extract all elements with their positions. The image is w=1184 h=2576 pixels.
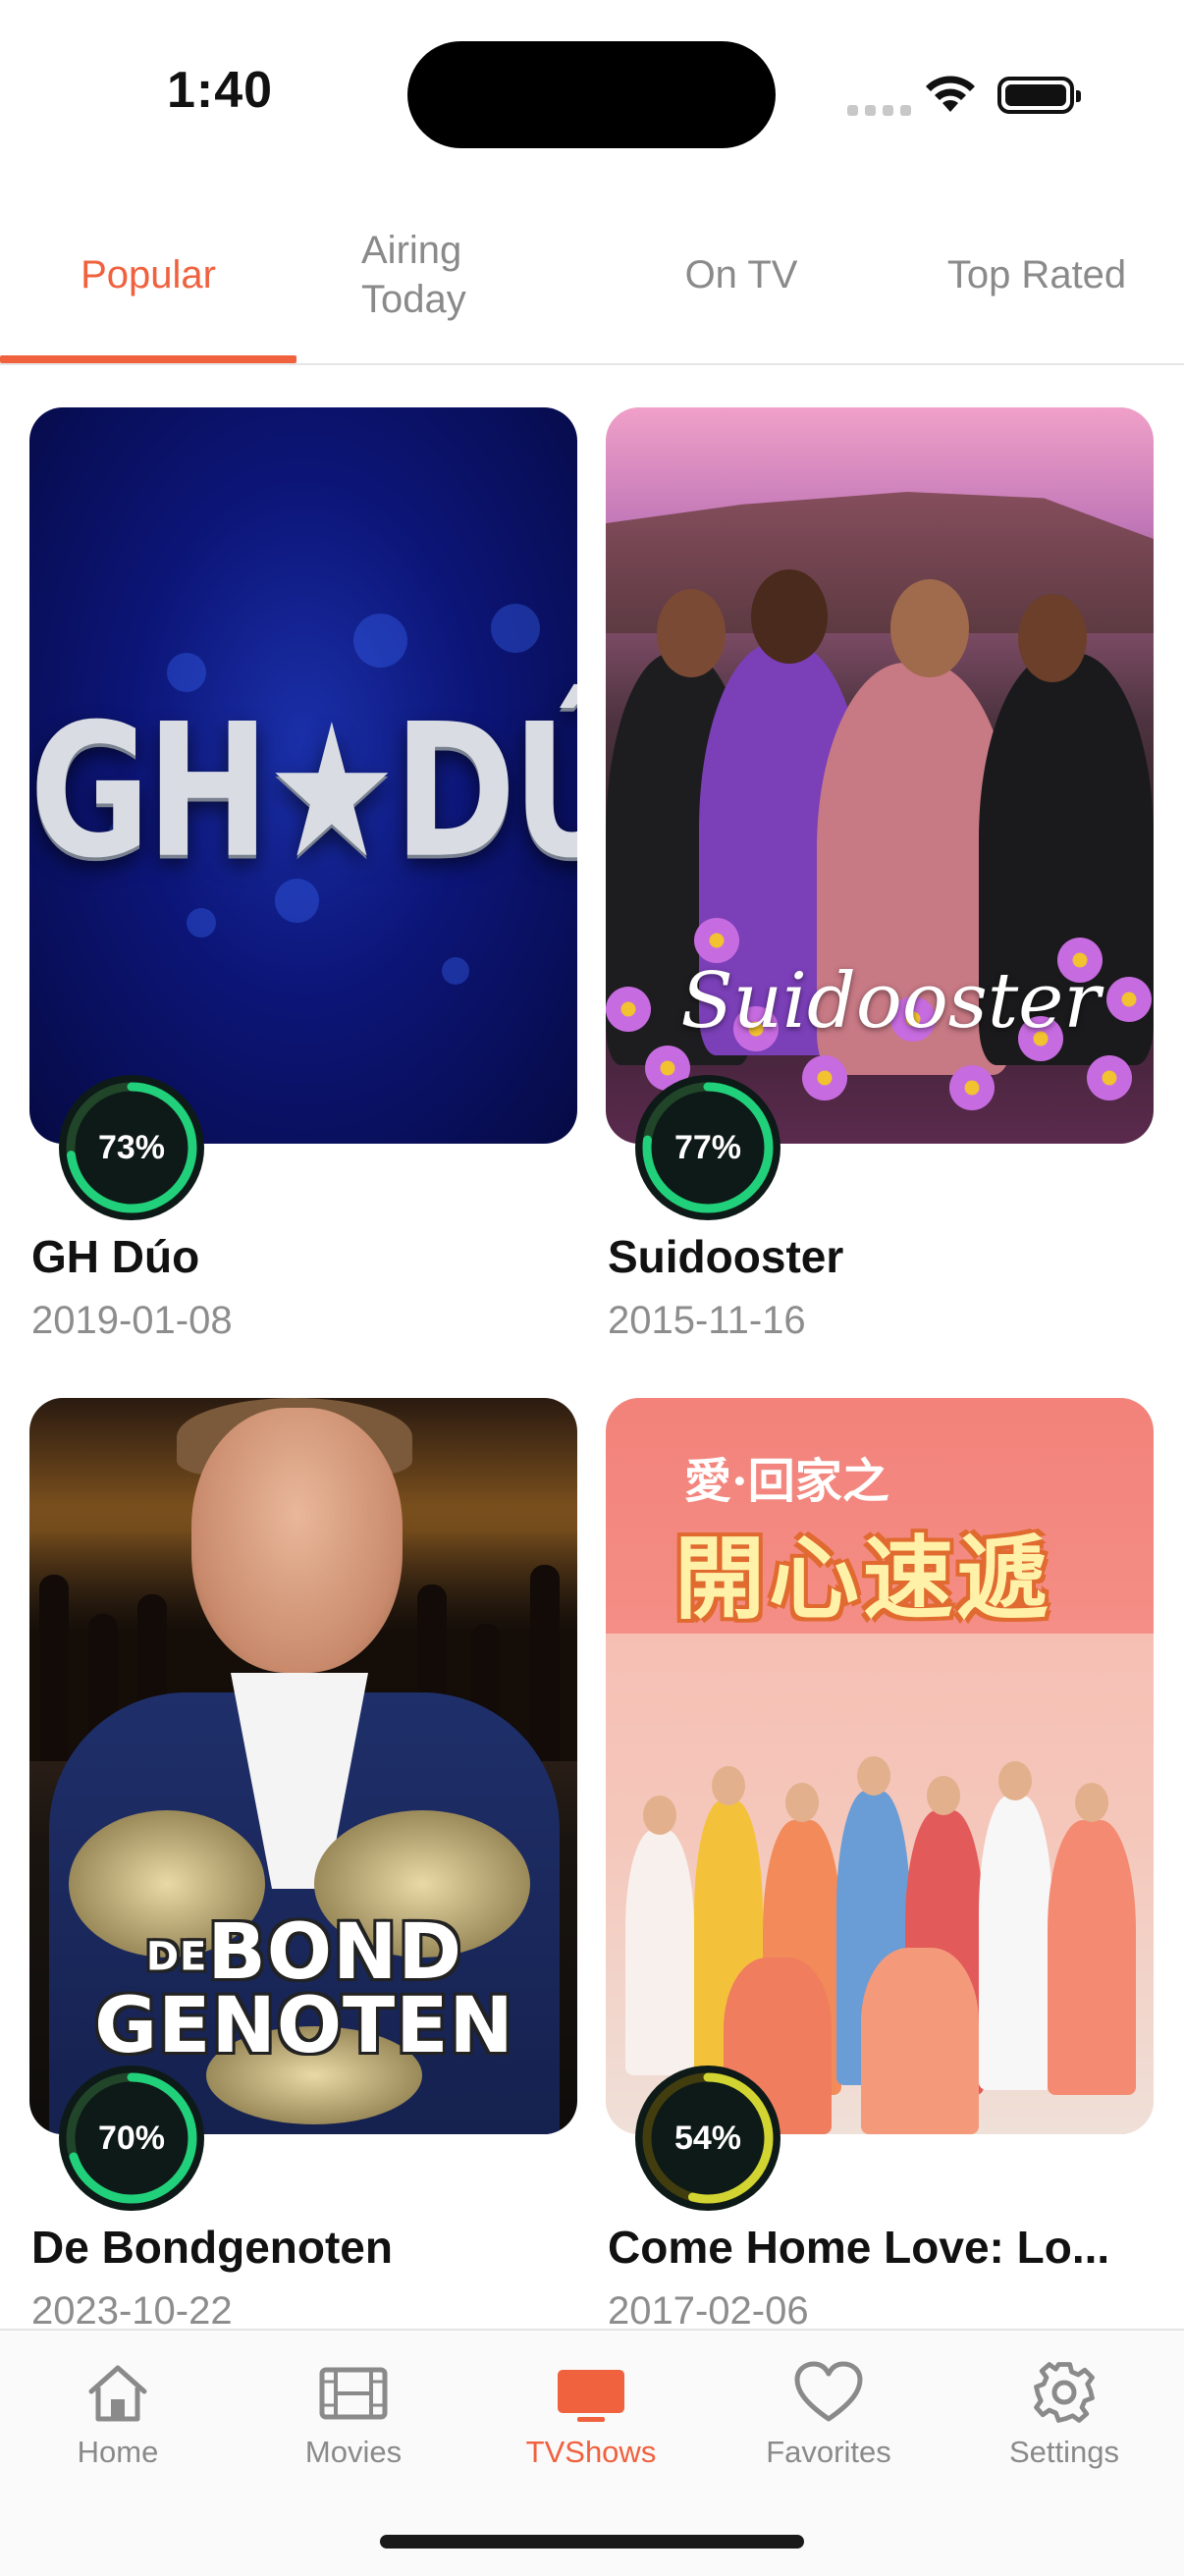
tabbar-item-home[interactable]: Home — [20, 2358, 216, 2470]
tabbar-item-settings[interactable]: Settings — [966, 2358, 1162, 2470]
rating-value: 73% — [97, 1128, 166, 1166]
show-date: 2015-11-16 — [608, 1299, 806, 1342]
house-icon — [88, 2365, 147, 2422]
tabbar-label: TVShows — [525, 2435, 657, 2469]
category-tabs: Popular Airing Today On TV Top Rated — [0, 187, 1184, 365]
film-icon — [319, 2367, 388, 2420]
rating-value: 70% — [97, 2119, 166, 2157]
rating-value: 77% — [673, 1128, 742, 1166]
shows-grid: GH★DÚO 73% GH Dúo 2019-01-08 — [0, 365, 1184, 2329]
poster-logo-text: Suidooster — [680, 957, 1101, 1046]
rating-value: 54% — [673, 2119, 742, 2157]
tab-on-tv[interactable]: On TV — [593, 187, 889, 363]
tab-label: Top Rated — [946, 253, 1127, 296]
show-poster[interactable]: GH★DÚO — [29, 407, 577, 1144]
show-poster[interactable]: 愛·回家之 開心速遞 — [606, 1398, 1154, 2134]
tab-label: Popular — [81, 253, 216, 296]
show-title: De Bondgenoten — [31, 2222, 393, 2273]
tab-label: Airing Today — [361, 229, 466, 321]
tabbar-label: Settings — [1008, 2435, 1119, 2469]
show-title: GH Dúo — [31, 1231, 200, 1282]
poster-logo-text: DE — [145, 1934, 208, 1980]
poster-logo-text: 愛·回家之 — [684, 1454, 889, 1509]
show-poster[interactable]: Suidooster — [606, 407, 1154, 1144]
active-tab-indicator — [0, 355, 296, 363]
tab-airing-today[interactable]: Airing Today — [296, 187, 593, 363]
show-title: Suidooster — [608, 1231, 844, 1282]
show-date: 2019-01-08 — [31, 1299, 233, 1342]
gear-icon — [1034, 2362, 1095, 2423]
tabbar-label: Movies — [304, 2435, 403, 2469]
tabbar-item-movies[interactable]: Movies — [255, 2358, 452, 2470]
tv-icon — [558, 2370, 624, 2422]
rating-badge: 73% — [59, 1075, 204, 1220]
rating-badge: 77% — [635, 1075, 780, 1220]
home-indicator — [380, 2535, 804, 2549]
tabbar-label: Favorites — [766, 2435, 891, 2469]
show-poster[interactable]: DEBOND GENOTEN — [29, 1398, 577, 2134]
cellular-signal-icon — [847, 105, 911, 116]
tabbar-item-favorites[interactable]: Favorites — [730, 2358, 927, 2470]
tabbar-item-tvshows[interactable]: TVShows — [493, 2358, 689, 2470]
battery-icon — [997, 77, 1081, 114]
poster-logo-text: GENOTEN — [94, 1982, 514, 2070]
tab-top-rated[interactable]: Top Rated — [889, 187, 1184, 363]
show-date: 2017-02-06 — [608, 2289, 809, 2329]
rating-badge: 54% — [635, 2066, 780, 2211]
poster-logo-text: 開心速遞 — [674, 1527, 1052, 1632]
show-date: 2023-10-22 — [31, 2289, 233, 2329]
poster-logo: DEBOND GENOTEN — [59, 1889, 550, 2095]
heart-icon — [794, 2361, 863, 2422]
wifi-icon — [926, 76, 975, 112]
dynamic-island — [407, 41, 776, 148]
rating-badge: 70% — [59, 2066, 204, 2211]
tabbar-label: Home — [77, 2435, 159, 2469]
status-bar: 1:40 — [0, 0, 1184, 187]
poster-logo-text: GH★DÚO — [29, 685, 577, 899]
show-title: Come Home Love: Lo... — [608, 2222, 1110, 2273]
tab-popular[interactable]: Popular — [0, 187, 296, 363]
status-time: 1:40 — [167, 62, 274, 119]
tab-label: On TV — [684, 253, 798, 296]
